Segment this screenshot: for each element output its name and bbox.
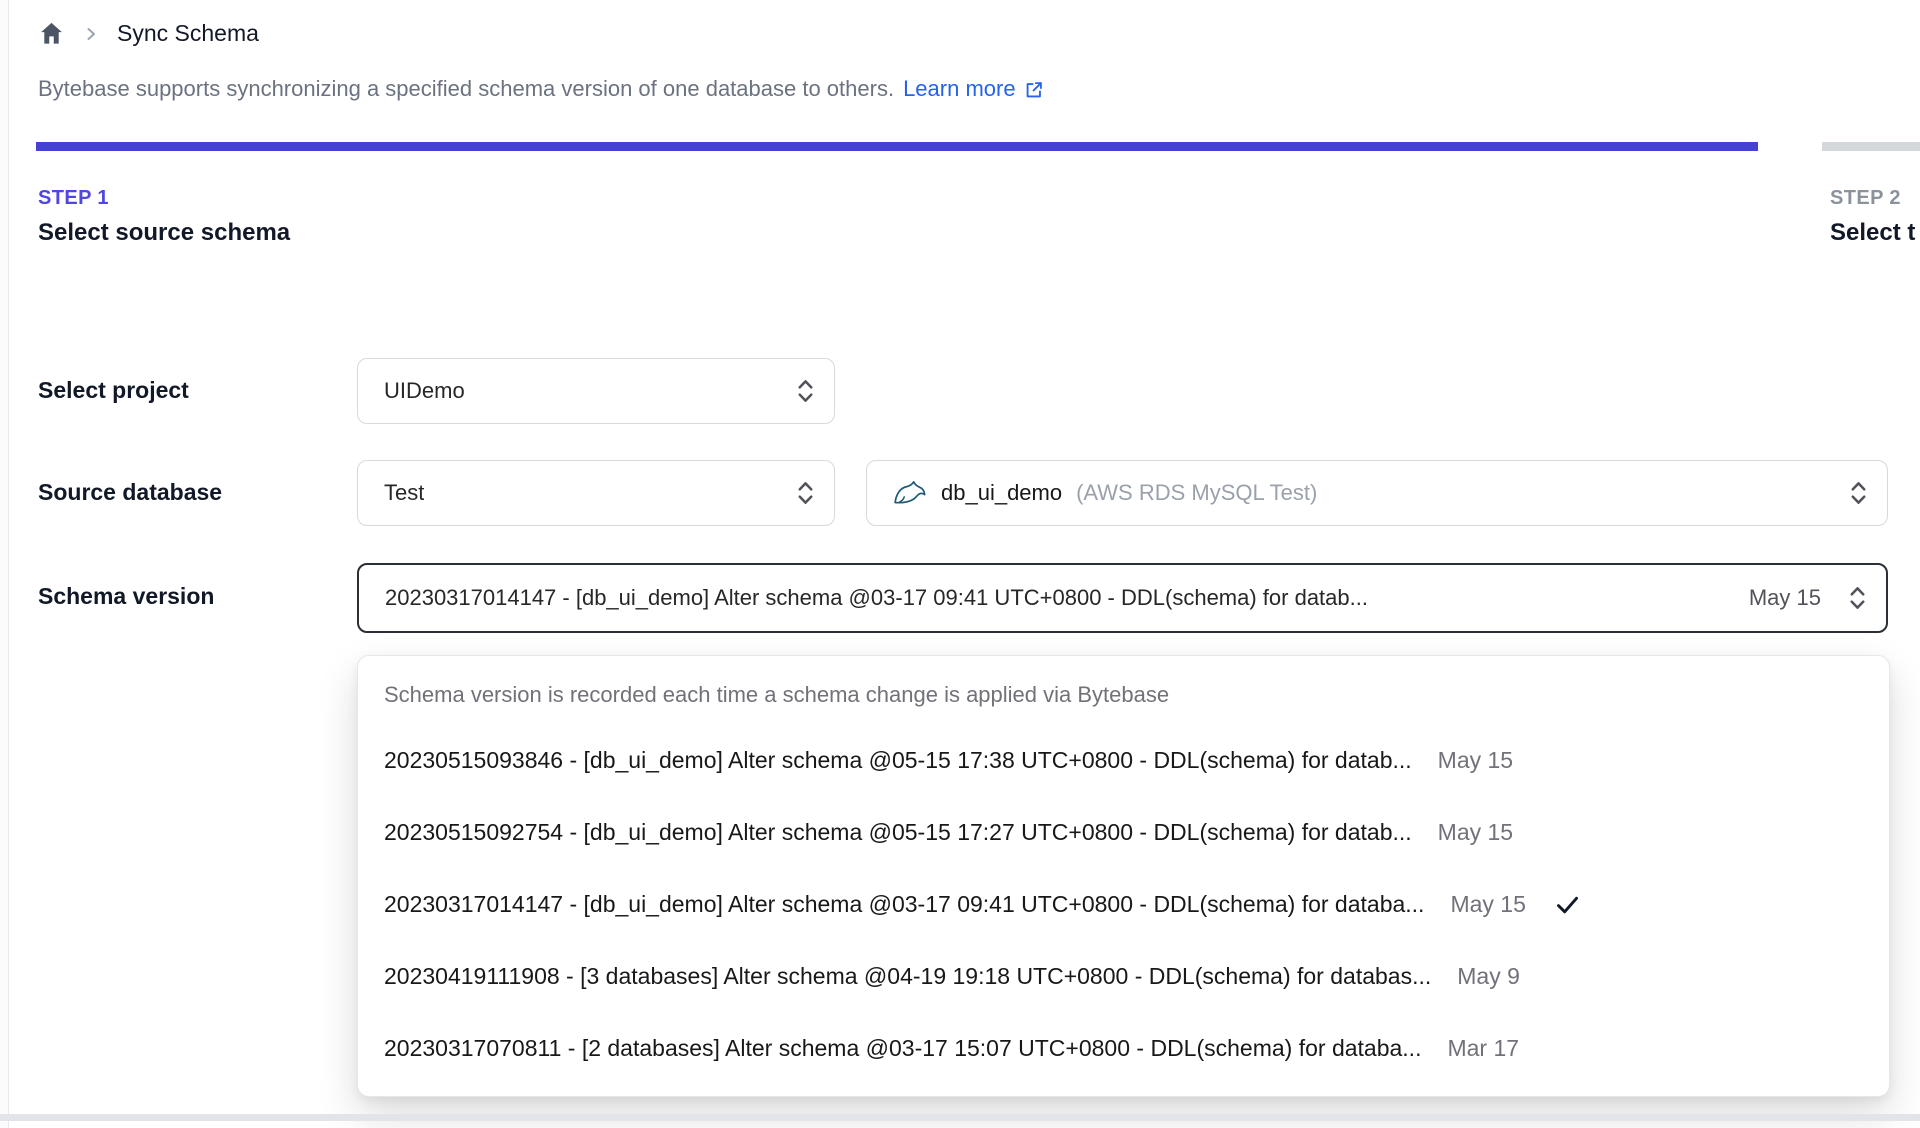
step2-label: STEP 2 — [1830, 187, 1901, 209]
database-select[interactable]: db_ui_demo (AWS RDS MySQL Test) — [866, 460, 1888, 526]
option-date: May 15 — [1450, 890, 1526, 917]
source-database-label: Source database — [38, 479, 223, 505]
step1-progress-bar — [36, 142, 1758, 151]
page-title: Sync Schema — [117, 20, 259, 46]
sidebar-edge — [0, 0, 9, 1128]
external-link-icon — [1026, 82, 1042, 98]
option-text: 20230515093846 - [db_ui_demo] Alter sche… — [384, 746, 1412, 773]
step1-label: STEP 1 — [38, 187, 109, 209]
sync-schema-page: Sync Schema Bytebase supports synchroniz… — [0, 0, 1920, 1128]
project-select-value: UIDemo — [384, 378, 465, 403]
database-select-value: db_ui_demo — [941, 480, 1063, 505]
schema-version-select-value: 20230317014147 - [db_ui_demo] Alter sche… — [385, 585, 1368, 610]
option-text: 20230515092754 - [db_ui_demo] Alter sche… — [384, 818, 1412, 845]
schema-version-select[interactable]: 20230317014147 - [db_ui_demo] Alter sche… — [357, 563, 1888, 633]
select-project-label: Select project — [38, 377, 189, 403]
schema-version-select-date: May 15 — [1748, 585, 1821, 610]
option-date: May 15 — [1437, 818, 1514, 845]
dropdown-help-text: Schema version is recorded each time a s… — [384, 682, 1170, 707]
option-text: 20230419111908 - [3 databases] Alter sch… — [384, 962, 1432, 989]
mysql-icon — [894, 480, 926, 504]
check-icon — [1556, 896, 1578, 913]
schema-version-label: Schema version — [38, 583, 215, 609]
schema-version-dropdown: Schema version is recorded each time a s… — [357, 655, 1890, 1097]
learn-more-link[interactable]: Learn more — [903, 76, 1045, 102]
breadcrumb: Sync Schema — [38, 20, 259, 47]
environment-select-value: Test — [384, 480, 425, 505]
schema-version-option[interactable]: 20230317070811 - [2 databases] Alter sch… — [358, 1012, 1889, 1084]
page-description: Bytebase supports synchronizing a specif… — [38, 76, 1045, 102]
option-date: May 9 — [1457, 962, 1520, 989]
schema-version-option[interactable]: 20230515092754 - [db_ui_demo] Alter sche… — [358, 796, 1889, 868]
option-date: Mar 17 — [1447, 1034, 1520, 1061]
schema-version-option[interactable]: 20230515093846 - [db_ui_demo] Alter sche… — [358, 724, 1889, 796]
step2-progress-bar — [1822, 142, 1920, 151]
chevron-updown-icon — [1850, 587, 1865, 609]
step1-title: Select source schema — [38, 219, 291, 246]
step2-title: Select t — [1830, 219, 1916, 246]
bottom-divider — [0, 1114, 1920, 1121]
option-text: 20230317014147 - [db_ui_demo] Alter sche… — [384, 890, 1425, 917]
chevron-updown-icon — [1851, 482, 1866, 504]
chevron-updown-icon — [798, 482, 813, 504]
schema-version-option[interactable]: 20230419111908 - [3 databases] Alter sch… — [358, 940, 1889, 1012]
chevron-right-icon — [87, 27, 95, 40]
home-icon[interactable] — [38, 20, 65, 47]
description-text: Bytebase supports synchronizing a specif… — [38, 76, 895, 101]
database-select-detail: (AWS RDS MySQL Test) — [1076, 480, 1318, 505]
chevron-updown-icon — [798, 380, 813, 402]
schema-version-option-selected[interactable]: 20230317014147 - [db_ui_demo] Alter sche… — [358, 868, 1889, 940]
environment-select[interactable]: Test — [357, 460, 835, 526]
project-select[interactable]: UIDemo — [357, 358, 835, 424]
option-text: 20230317070811 - [2 databases] Alter sch… — [384, 1034, 1422, 1061]
option-date: May 15 — [1437, 746, 1514, 773]
